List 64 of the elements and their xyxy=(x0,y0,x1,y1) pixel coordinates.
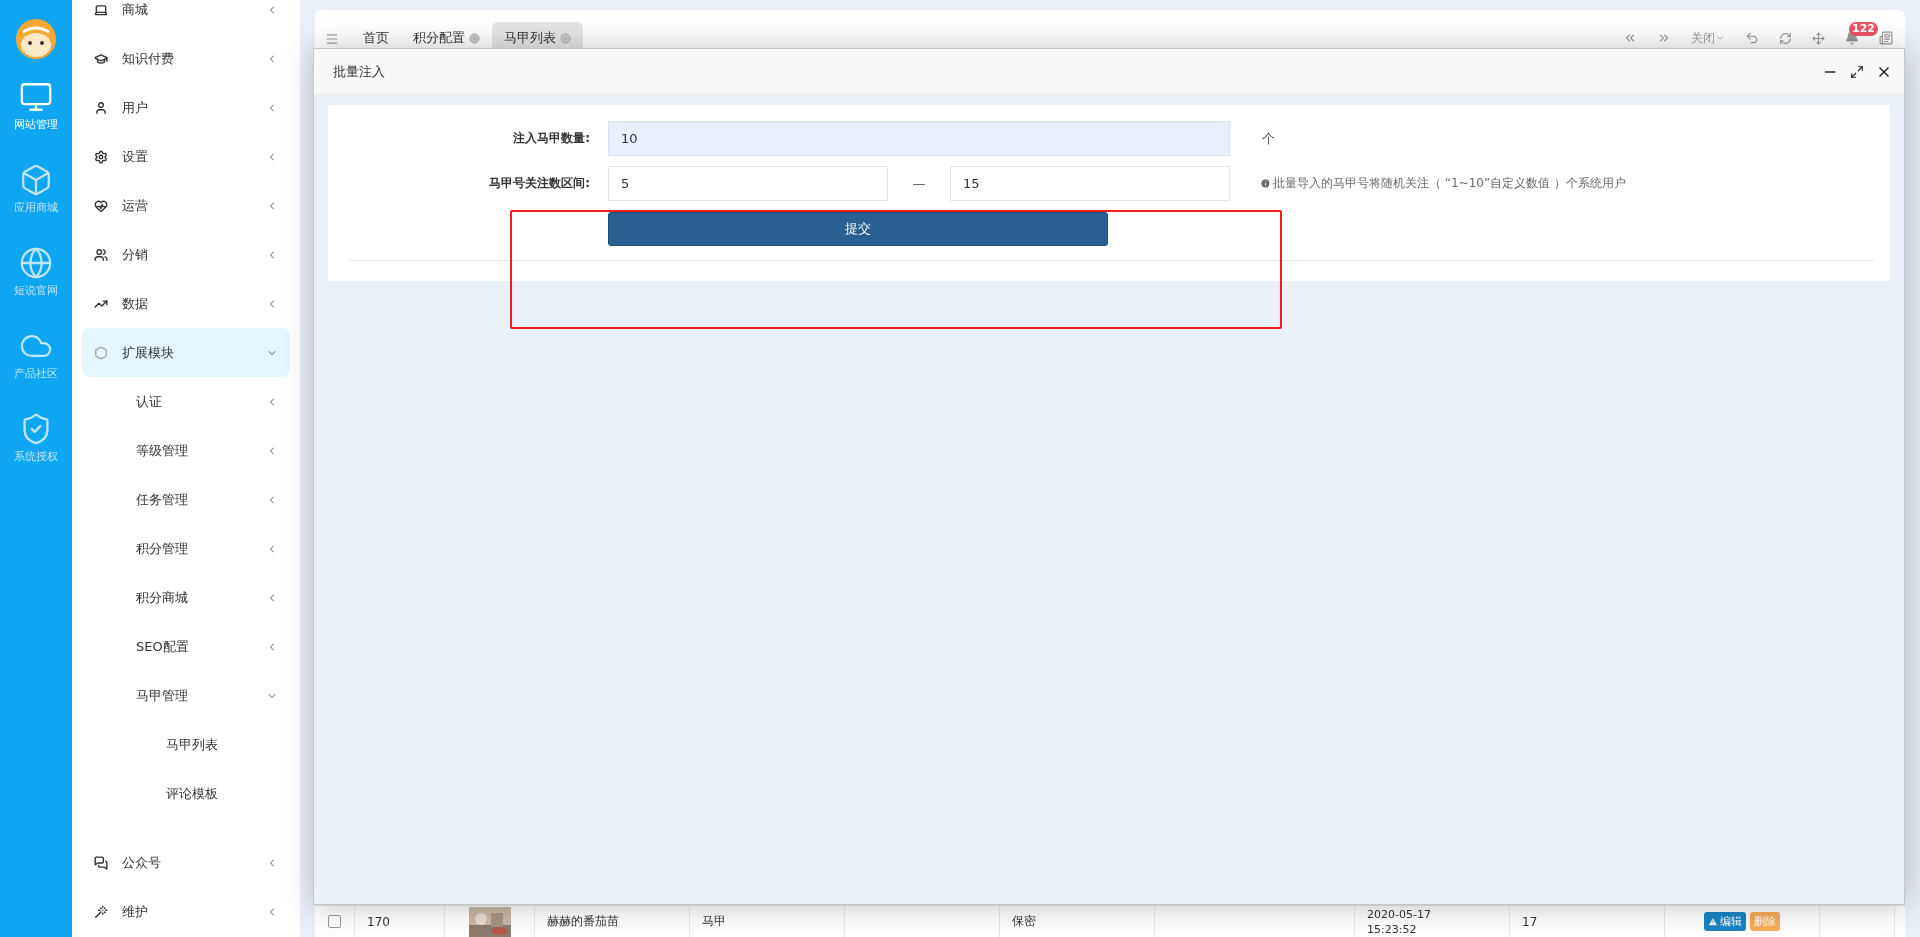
menu-icon[interactable] xyxy=(325,32,339,46)
menu-item-icon xyxy=(94,2,108,17)
scroll-left-icon[interactable] xyxy=(1623,31,1637,45)
table-cell: 赫赫的番茄苗 xyxy=(547,913,619,930)
maximize-icon[interactable] xyxy=(1850,64,1864,79)
menu-item-icon xyxy=(94,345,108,360)
notification-badge: 122 xyxy=(1849,22,1878,36)
table-cell: 保密 xyxy=(1012,913,1036,930)
table-cell: 170 xyxy=(367,914,390,929)
sidebar-item[interactable]: 马甲列表 xyxy=(82,720,290,769)
field-label: 注入马甲数量: xyxy=(512,130,591,147)
menu-item-icon xyxy=(94,198,108,213)
range-separator: — xyxy=(911,176,927,191)
menu-item-icon xyxy=(94,100,108,115)
menu-item-icon xyxy=(94,51,108,66)
sidebar-item[interactable]: 公众号 xyxy=(82,838,290,887)
sidebar-item[interactable]: 商城 xyxy=(82,0,290,34)
info-icon xyxy=(1260,178,1271,189)
news-icon[interactable] xyxy=(1879,31,1893,45)
caret-icon xyxy=(1715,33,1725,43)
menu-item-icon xyxy=(94,904,108,919)
field-label: 马甲号关注数区间: xyxy=(488,175,591,192)
sidebar-item[interactable]: 等级管理 xyxy=(82,426,290,475)
dialog-title: 批量注入 xyxy=(333,62,386,81)
sidebar-item[interactable]: 评论模板 xyxy=(82,769,290,818)
sidebar-item[interactable]: 马甲管理 xyxy=(82,671,290,720)
sidebar-item[interactable]: 扩展模块 xyxy=(82,328,290,377)
hint-text: 批量导入的马甲号将随机关注（ “1~10”自定义数值 ）个系统用户 xyxy=(1273,175,1627,192)
sidebar-item[interactable]: 积分商城 xyxy=(82,573,290,622)
menu-item-icon xyxy=(94,855,108,870)
undo-icon[interactable] xyxy=(1745,31,1759,45)
quantity-field[interactable]: 10 xyxy=(608,121,1230,156)
max-field[interactable]: 15 xyxy=(950,166,1230,201)
sidebar-item[interactable]: 用户 xyxy=(82,83,290,132)
tab[interactable]: 积分配置 xyxy=(401,22,492,52)
move-icon[interactable] xyxy=(1812,31,1825,45)
sidebar-item[interactable]: 设置 xyxy=(82,132,290,181)
table-cell: 2020-05-17 xyxy=(1367,906,1431,922)
sidebar-item[interactable]: 分销 xyxy=(82,230,290,279)
rail-icon[interactable] xyxy=(19,245,53,280)
monkey-logo xyxy=(15,18,57,60)
refresh-icon[interactable] xyxy=(1779,31,1792,45)
menu-item-icon xyxy=(94,149,108,164)
tab[interactable]: 首页 xyxy=(351,22,401,52)
scroll-right-icon[interactable] xyxy=(1657,31,1671,45)
table-cell: 马甲 xyxy=(702,913,726,930)
warning-icon xyxy=(1708,916,1718,927)
edit-button[interactable]: 编辑 xyxy=(1704,912,1746,931)
sidebar-item[interactable]: 任务管理 xyxy=(82,475,290,524)
sidebar-item[interactable]: 维护 xyxy=(82,887,290,936)
sidebar-item[interactable]: 数据 xyxy=(82,279,290,328)
row-checkbox[interactable] xyxy=(328,915,341,928)
table-cell: 17 xyxy=(1522,914,1538,929)
sidebar-item[interactable]: 运营 xyxy=(82,181,290,230)
menu-item-icon xyxy=(94,247,108,262)
sidebar-item[interactable]: 积分管理 xyxy=(82,524,290,573)
sidebar-item[interactable]: 知识付费 xyxy=(82,34,290,83)
sidebar-item[interactable]: SEO配置 xyxy=(82,622,290,671)
min-field[interactable]: 5 xyxy=(608,166,888,201)
rail-icon[interactable] xyxy=(19,162,53,197)
sidebar-item[interactable]: 认证 xyxy=(82,377,290,426)
unit-label: 个 xyxy=(1262,129,1275,148)
submit-button[interactable]: 提交 xyxy=(608,211,1108,246)
table-cell-text: 15:23:52 xyxy=(1367,921,1418,937)
